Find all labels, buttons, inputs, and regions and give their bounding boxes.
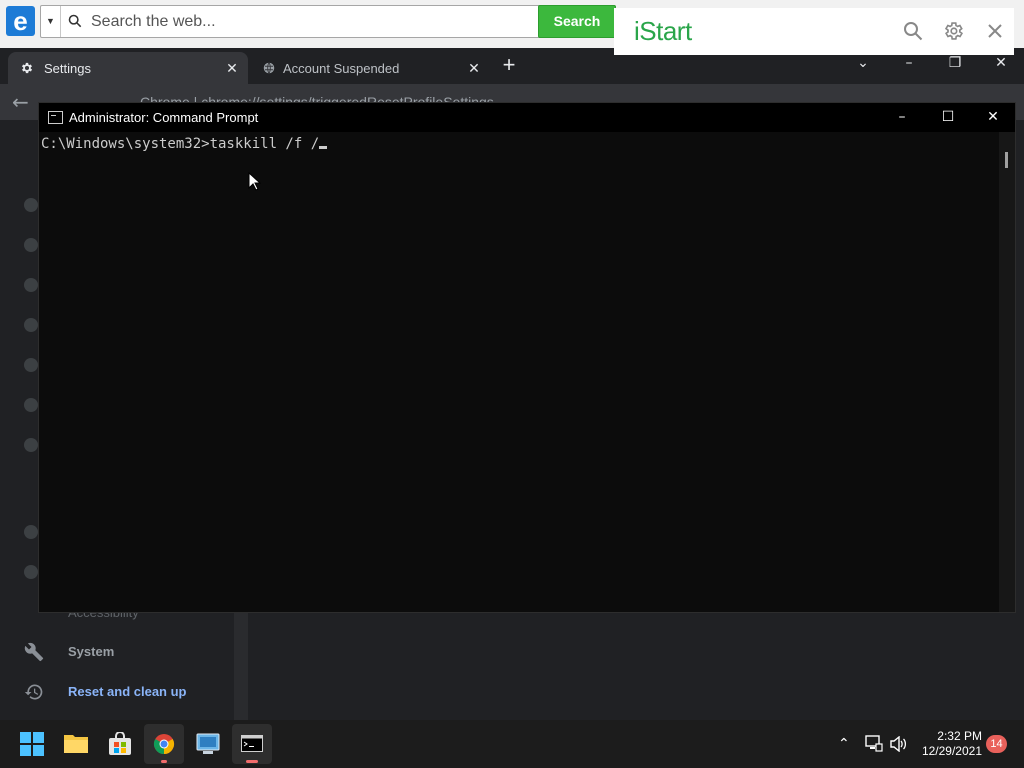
ie-logo-icon[interactable]: e bbox=[6, 6, 35, 36]
file-explorer-button[interactable] bbox=[56, 724, 96, 764]
new-tab-button[interactable]: + bbox=[500, 54, 518, 76]
wrench-icon bbox=[24, 642, 44, 662]
notification-badge[interactable]: 14 bbox=[986, 735, 1007, 753]
cmd-title: Administrator: Command Prompt bbox=[69, 110, 259, 125]
sidebar-item-label: Reset and clean up bbox=[68, 684, 187, 699]
cmd-scrollbar[interactable] bbox=[999, 132, 1015, 612]
cmd-prompt: C:\Windows\system32> bbox=[41, 136, 210, 152]
close-button[interactable]: ✕ bbox=[970, 103, 1016, 132]
close-window-button[interactable]: ✕ bbox=[992, 54, 1010, 72]
control-panel-button[interactable] bbox=[188, 724, 228, 764]
clock-date: 12/29/2021 bbox=[921, 744, 982, 758]
cmd-taskbar-button[interactable] bbox=[232, 724, 272, 764]
search-input[interactable] bbox=[91, 6, 531, 37]
close-tab-icon[interactable]: ✕ bbox=[466, 60, 482, 76]
sidebar-icon-placeholder bbox=[24, 358, 38, 372]
sidebar-icon-placeholder bbox=[24, 525, 38, 539]
maximize-button[interactable]: ☐ bbox=[925, 103, 971, 132]
cmd-app-icon bbox=[48, 111, 63, 124]
gear-icon[interactable] bbox=[942, 20, 964, 42]
taskbar: ⌃ 2:32 PM 12/29/2021 bbox=[0, 720, 1024, 768]
sidebar-icon-placeholder bbox=[24, 238, 38, 252]
istart-brand: iStart bbox=[634, 16, 692, 46]
tab-search-icon[interactable]: ⌄ bbox=[854, 54, 872, 72]
mouse-pointer-icon bbox=[248, 172, 262, 191]
restore-button[interactable]: ❐ bbox=[946, 54, 964, 72]
control-panel-icon bbox=[196, 733, 220, 754]
sidebar-icon-placeholder bbox=[24, 398, 38, 412]
sidebar-item-system[interactable]: System bbox=[24, 640, 224, 664]
terminal-icon bbox=[241, 735, 263, 752]
cmd-titlebar[interactable]: Administrator: Command Prompt – ☐ ✕ bbox=[39, 103, 1015, 132]
text-cursor bbox=[319, 146, 328, 149]
close-tab-icon[interactable]: ✕ bbox=[224, 60, 240, 76]
chrome-taskbar-button[interactable] bbox=[144, 724, 184, 764]
search-button[interactable]: Search bbox=[538, 5, 616, 38]
command-prompt-window: Administrator: Command Prompt – ☐ ✕ C:\W… bbox=[38, 102, 1016, 613]
tab-label: Account Suspended bbox=[283, 61, 400, 76]
search-dropdown-icon[interactable]: ▼ bbox=[41, 6, 61, 37]
microsoft-store-button[interactable] bbox=[100, 724, 140, 764]
app-indicator bbox=[161, 760, 167, 763]
sidebar-icon-placeholder bbox=[24, 438, 38, 452]
app-indicator bbox=[246, 760, 258, 763]
network-icon[interactable] bbox=[865, 735, 883, 752]
tab-settings[interactable]: Settings ✕ bbox=[8, 52, 248, 84]
tab-account-suspended[interactable]: Account Suspended ✕ bbox=[250, 52, 490, 84]
clock-time: 2:32 PM bbox=[937, 729, 982, 743]
chrome-icon bbox=[153, 734, 175, 755]
start-button[interactable] bbox=[12, 724, 52, 764]
clock[interactable]: 2:32 PM 12/29/2021 bbox=[912, 729, 982, 759]
sidebar-icon-placeholder bbox=[24, 278, 38, 292]
istart-panel: iStart bbox=[614, 8, 1014, 55]
sidebar-icon-placeholder bbox=[24, 198, 38, 212]
minimize-button[interactable]: – bbox=[900, 54, 918, 72]
sidebar-scrollbar[interactable] bbox=[234, 610, 248, 720]
search-icon[interactable] bbox=[902, 20, 924, 42]
windows-icon bbox=[20, 732, 44, 756]
gear-icon bbox=[21, 62, 33, 74]
cmd-console[interactable]: C:\Windows\system32>taskkill /f / bbox=[39, 132, 999, 612]
sidebar-icon-placeholder bbox=[24, 565, 38, 579]
istart-search-box: ▼ Search bbox=[40, 5, 616, 38]
folder-icon bbox=[64, 735, 88, 753]
back-arrow-icon[interactable]: ← bbox=[12, 90, 29, 114]
minimize-button[interactable]: – bbox=[879, 103, 925, 132]
scrollbar-thumb[interactable] bbox=[1005, 152, 1008, 168]
tab-label: Settings bbox=[44, 61, 91, 76]
cmd-command: taskkill /f / bbox=[209, 136, 320, 152]
sidebar-item-label: System bbox=[68, 644, 115, 659]
store-icon bbox=[109, 732, 131, 755]
close-icon[interactable] bbox=[984, 20, 1006, 42]
history-icon bbox=[24, 684, 43, 700]
sidebar-item-reset[interactable]: Reset and clean up bbox=[24, 680, 224, 704]
search-icon bbox=[68, 14, 82, 28]
sidebar-icon-placeholder bbox=[24, 318, 38, 332]
volume-icon[interactable] bbox=[890, 736, 908, 752]
chevron-up-icon[interactable]: ⌃ bbox=[838, 735, 850, 753]
globe-icon bbox=[263, 62, 275, 74]
